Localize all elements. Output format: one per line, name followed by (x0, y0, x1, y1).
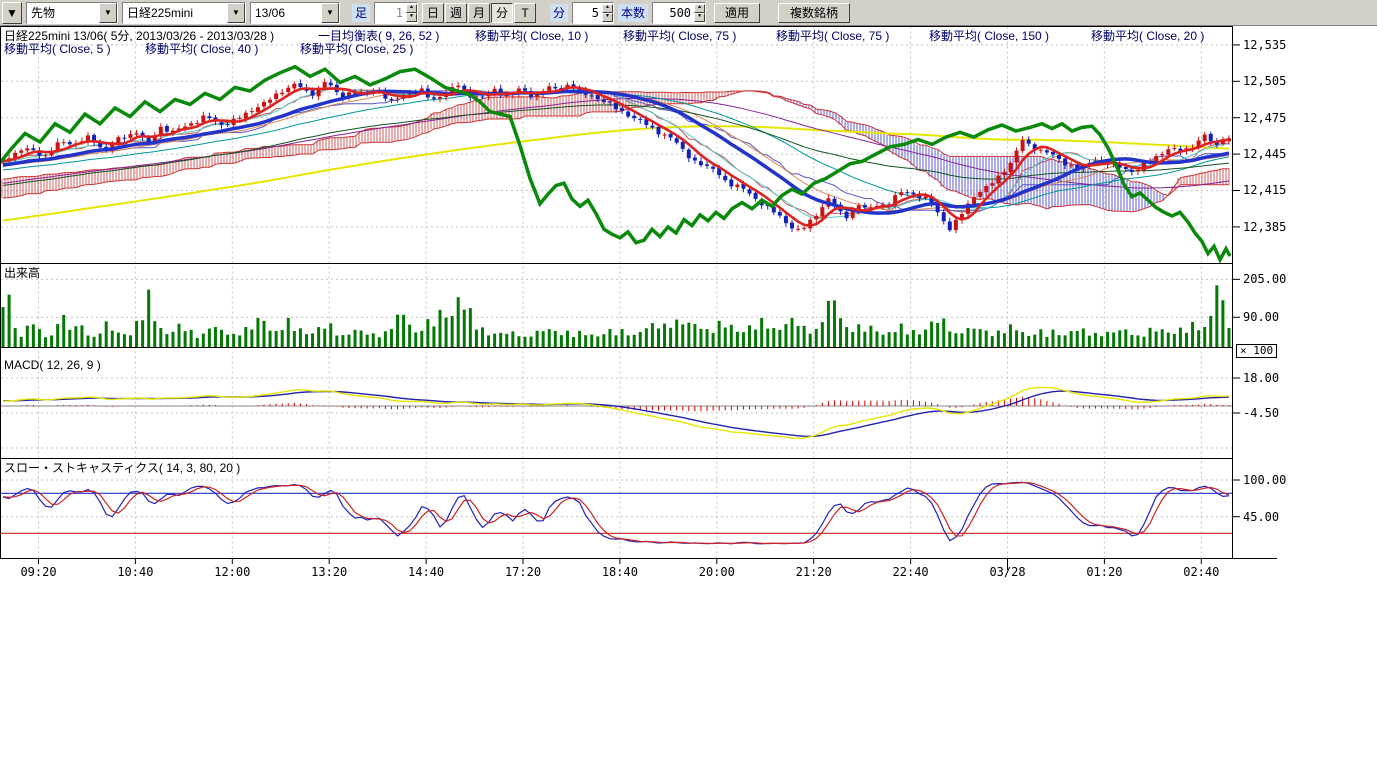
price-axis-tick: 12,415 (1243, 183, 1286, 197)
volume-axis-tick: 205.00 (1243, 272, 1286, 286)
volume-axis-tick: 90.00 (1243, 310, 1279, 324)
time-axis-label: 02:40 (1177, 565, 1225, 579)
indicator-legend-label: 移動平均( Close, 5 ) (4, 40, 111, 57)
time-axis-label: 14:40 (402, 565, 450, 579)
volume-pane-label: 出来高 (4, 264, 40, 281)
indicator-legend-label: 移動平均( Close, 25 ) (300, 40, 413, 57)
time-axis-label: 13:20 (305, 565, 353, 579)
price-axis-tick: 12,535 (1243, 38, 1286, 52)
indicator-legend-label: 移動平均( Close, 75 ) (776, 27, 889, 44)
indicator-legend-label: 移動平均( Close, 10 ) (475, 27, 588, 44)
price-axis-tick: 12,505 (1243, 74, 1286, 88)
time-axis-label: 12:00 (208, 565, 256, 579)
time-axis-label: 03/28 (984, 565, 1032, 579)
time-axis-label: 09:20 (15, 565, 63, 579)
stoch-axis-tick: 45.00 (1243, 510, 1279, 524)
indicator-legend-label: 移動平均( Close, 40 ) (145, 40, 258, 57)
chart-area[interactable]: 出来高 MACD( 12, 26, 9 ) スロー・ストキャスティクス( 14,… (0, 0, 1377, 768)
stochastics-pane-label: スロー・ストキャスティクス( 14, 3, 80, 20 ) (4, 459, 240, 476)
price-chart-canvas[interactable] (0, 0, 1310, 600)
time-axis-label: 01:20 (1080, 565, 1128, 579)
time-axis-label: 20:00 (693, 565, 741, 579)
indicator-legend-label: 移動平均( Close, 75 ) (623, 27, 736, 44)
volume-multiplier-badge: × 100 (1236, 344, 1277, 358)
time-axis-label: 17:20 (499, 565, 547, 579)
stoch-axis-tick: 100.00 (1243, 473, 1286, 487)
time-axis-label: 10:40 (111, 565, 159, 579)
macd-axis-tick: -4.50 (1243, 406, 1279, 420)
time-axis-label: 18:40 (596, 565, 644, 579)
macd-axis-tick: 18.00 (1243, 371, 1279, 385)
price-axis-tick: 12,475 (1243, 111, 1286, 125)
indicator-legend-label: 移動平均( Close, 20 ) (1091, 27, 1204, 44)
time-axis-label: 22:40 (887, 565, 935, 579)
price-axis-tick: 12,385 (1243, 220, 1286, 234)
time-axis-label: 21:20 (790, 565, 838, 579)
macd-pane-label: MACD( 12, 26, 9 ) (4, 358, 101, 372)
indicator-legend-label: 移動平均( Close, 150 ) (929, 27, 1049, 44)
price-axis-tick: 12,445 (1243, 147, 1286, 161)
